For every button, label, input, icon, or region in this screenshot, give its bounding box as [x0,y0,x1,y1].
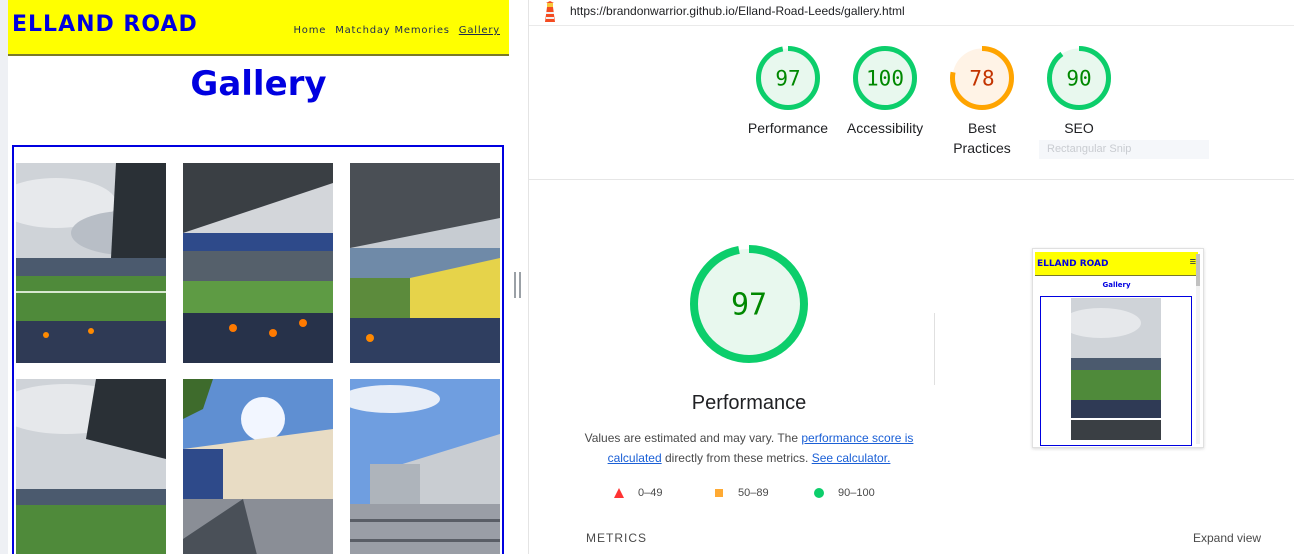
gauge-label: SEO [1064,120,1094,136]
gallery-photo-crowd-stand [350,163,500,363]
gauge-score: 90 [1066,66,1091,90]
gauge-best-practices[interactable]: 78 Best Practices [930,45,1034,158]
gauge-label: Best Practices [953,120,1011,156]
report-url[interactable]: https://brandonwarrior.github.io/Elland-… [570,4,905,18]
lighthouse-icon [541,1,559,28]
gauge-accessibility[interactable]: 100 Accessibility [833,45,937,138]
gauge-score: 97 [775,66,800,90]
square-icon [715,489,723,497]
gauge-ring: 97 [756,46,820,110]
triangle-icon [614,488,624,498]
gauge-performance[interactable]: 97 Performance [736,45,840,138]
site-preview-pane: ELLAND ROAD Home Matchday Memories Galle… [0,0,509,554]
gauge-ring: 90 [1047,46,1111,110]
legend-range: 0–49 [638,487,663,499]
site-logo[interactable]: ELLAND ROAD [12,12,198,37]
gauge-ring: 100 [853,46,917,110]
note-text: Values are estimated and may vary. The [584,431,802,445]
legend-range: 50–89 [738,487,769,499]
final-screenshot-thumbnail[interactable]: ELLAND ROAD ≡ Gallery [1032,248,1204,448]
thumbnail-scrollbar[interactable] [1196,254,1200,444]
page-title: Gallery [190,64,327,104]
note-text: directly from these metrics. [661,451,812,465]
gauge-ring: 78 [950,46,1014,110]
legend-pass: 90–100 [814,487,914,499]
site-header: ELLAND ROAD Home Matchday Memories Galle… [8,0,509,56]
gallery-photo-stadium-exterior [183,379,333,554]
lighthouse-report: https://brandonwarrior.github.io/Elland-… [528,0,1294,554]
thumbnail-header: ELLAND ROAD ≡ [1035,252,1198,276]
gallery-photo-stadium-entrance [350,379,500,554]
thumbnail-gallery [1040,296,1192,446]
nav-link-matchday-memories[interactable]: Matchday Memories [335,25,450,36]
gauge-label: Performance [747,120,829,136]
gallery-photo-stand-roof [183,163,333,363]
circle-icon [814,488,824,498]
legend-range: 90–100 [838,487,875,499]
performance-title: Performance [691,392,807,414]
gauge-seo[interactable]: 90 SEO [1027,45,1131,138]
see-calculator-link[interactable]: See calculator. [812,451,891,465]
splitter-handle[interactable] [514,272,521,298]
performance-note: Values are estimated and may vary. The p… [579,428,919,468]
thumbnail-title: Gallery [1102,281,1131,289]
expand-view-button[interactable]: Expand view [1193,531,1261,545]
legend-fail: 0–49 [614,487,714,499]
performance-gauge-large: 97 [690,245,808,363]
gallery-grid [12,145,504,554]
report-top-bar: https://brandonwarrior.github.io/Elland-… [529,0,1294,26]
snip-tooltip: Rectangular Snip [1039,140,1209,159]
site-page: ELLAND ROAD Home Matchday Memories Galle… [8,0,509,554]
score-legend: 0–49 50–89 90–100 [614,487,914,499]
site-nav: Home Matchday Memories Gallery [293,25,500,36]
metrics-heading: METRICS [586,531,647,545]
category-scores: 97 Performance 100 Accessibility 78 Best… [529,40,1294,180]
gauge-score: 97 [731,288,767,323]
nav-link-home[interactable]: Home [293,25,326,36]
legend-average: 50–89 [714,487,814,499]
divider [934,313,935,385]
gauge-label: Accessibility [846,120,924,136]
gauge-score: 78 [969,66,994,90]
thumbnail-logo: ELLAND ROAD [1037,259,1109,269]
nav-link-gallery[interactable]: Gallery [459,25,500,36]
gallery-photo-stadium-wide [16,379,166,554]
gallery-photo-stadium-pitch [16,163,166,363]
gauge-score: 100 [866,66,904,90]
thumbnail-photo [1071,298,1161,440]
